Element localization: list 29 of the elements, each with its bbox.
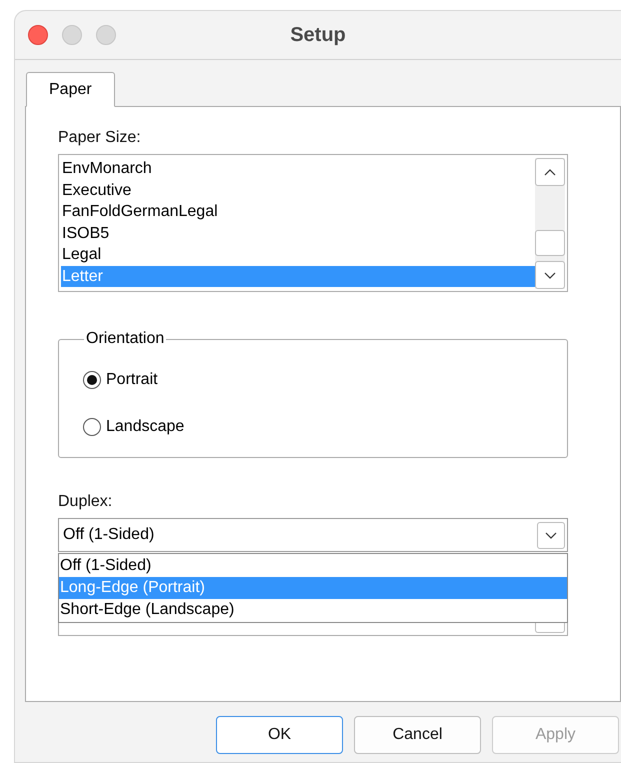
- list-item[interactable]: ISOB5: [61, 222, 535, 244]
- radio-button[interactable]: [83, 370, 101, 388]
- paper-size-list[interactable]: EnvMonarch Executive FanFoldGermanLegal ISOB5 Legal Letter: [58, 154, 568, 292]
- dropdown-option[interactable]: Off (1-Sided): [59, 555, 567, 577]
- list-item[interactable]: FanFoldGermanLegal: [61, 201, 535, 222]
- minimize-button[interactable]: [62, 25, 82, 45]
- scroll-thumb[interactable]: [535, 230, 565, 256]
- radio-button[interactable]: [83, 418, 101, 436]
- chevron-up-icon: [544, 168, 556, 176]
- scroll-up-button[interactable]: [535, 158, 565, 186]
- zoom-button[interactable]: [96, 25, 116, 45]
- window-title: Setup: [290, 24, 346, 46]
- tab[interactable]: Paper: [26, 72, 115, 107]
- group-label: Orientation: [85, 330, 166, 348]
- duplex-dropdown[interactable]: Off (1-Sided): [58, 518, 568, 552]
- dialog-button[interactable]: Cancel: [354, 716, 481, 754]
- chevron-down-icon: [545, 532, 557, 538]
- dropdown-option[interactable]: Short-Edge (Landscape): [59, 599, 567, 621]
- radio-label[interactable]: Portrait: [106, 370, 158, 388]
- scroll-down-button[interactable]: [535, 261, 565, 289]
- radio-label[interactable]: Landscape: [106, 418, 184, 436]
- chevron-down-icon: [544, 272, 556, 278]
- close-button[interactable]: [28, 25, 48, 45]
- list-item[interactable]: Legal: [61, 244, 535, 266]
- field-label: Paper Size:: [58, 129, 141, 147]
- list-item[interactable]: Executive: [61, 180, 535, 201]
- list-item[interactable]: EnvMonarch: [61, 158, 535, 180]
- field-label: Duplex:: [58, 493, 112, 511]
- dialog-button[interactable]: OK: [216, 716, 343, 754]
